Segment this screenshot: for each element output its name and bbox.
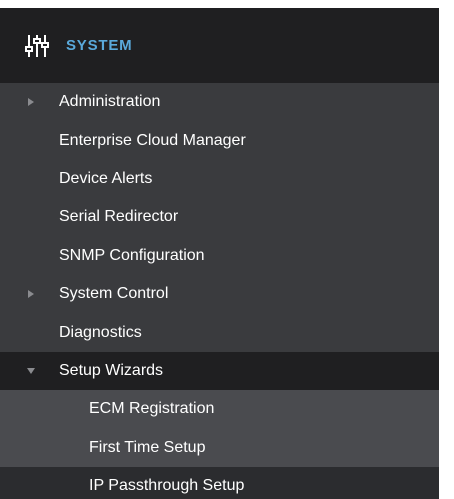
system-sidebar: SYSTEM Administration Enterprise Cloud M… <box>0 8 439 499</box>
header-title: SYSTEM <box>66 37 133 54</box>
caret-right-icon <box>28 290 34 299</box>
menu-item-setup-wizards[interactable]: Setup Wizards <box>0 351 439 391</box>
system-menu: Administration Enterprise Cloud Manager … <box>0 83 439 499</box>
submenu-item-ecm-registration[interactable]: ECM Registration <box>0 390 439 429</box>
submenu-item-first-time-setup[interactable]: First Time Setup <box>0 428 439 467</box>
menu-item-label: Enterprise Cloud Manager <box>59 131 246 149</box>
submenu-item-ip-passthrough-setup[interactable]: IP Passthrough Setup <box>0 466 439 499</box>
menu-item-system-control[interactable]: System Control <box>0 275 439 313</box>
menu-item-label: SNMP Configuration <box>59 246 205 264</box>
menu-item-diagnostics[interactable]: Diagnostics <box>0 313 439 351</box>
caret-down-icon <box>27 367 35 374</box>
submenu-item-label: IP Passthrough Setup <box>89 477 245 495</box>
sliders-icon <box>25 34 49 57</box>
menu-item-label: Serial Redirector <box>59 208 179 226</box>
menu-item-administration[interactable]: Administration <box>0 83 439 121</box>
menu-item-serial-redirector[interactable]: Serial Redirector <box>0 198 439 236</box>
menu-item-label: Device Alerts <box>59 169 153 187</box>
menu-item-enterprise-cloud-manager[interactable]: Enterprise Cloud Manager <box>0 121 439 159</box>
menu-item-label: Diagnostics <box>59 323 142 341</box>
menu-item-device-alerts[interactable]: Device Alerts <box>0 160 439 198</box>
submenu-item-label: ECM Registration <box>89 400 215 418</box>
system-header: SYSTEM <box>0 8 439 83</box>
menu-item-label: Administration <box>59 93 161 111</box>
menu-item-label: System Control <box>59 285 169 303</box>
menu-item-snmp-configuration[interactable]: SNMP Configuration <box>0 237 439 275</box>
submenu-item-label: First Time Setup <box>89 438 206 456</box>
caret-right-icon <box>28 98 34 107</box>
menu-item-label: Setup Wizards <box>59 361 164 379</box>
